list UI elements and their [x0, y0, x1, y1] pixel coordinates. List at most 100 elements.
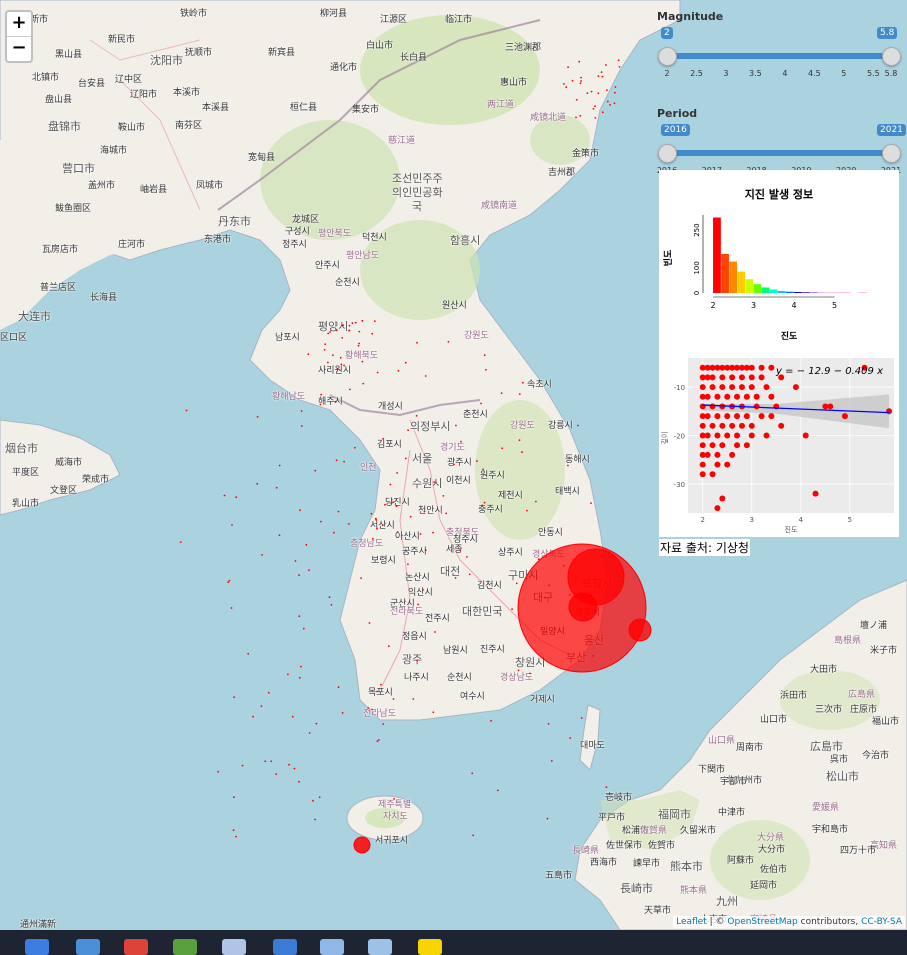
earthquake-dot[interactable]	[423, 510, 426, 513]
earthquake-dot[interactable]	[392, 698, 395, 700]
earthquake-dot[interactable]	[327, 361, 329, 364]
earthquake-dot[interactable]	[361, 360, 364, 363]
earthquake-dot[interactable]	[417, 603, 419, 606]
pen-icon[interactable]	[320, 939, 344, 955]
earthquake-dot[interactable]	[375, 518, 377, 521]
earthquake-dot[interactable]	[529, 672, 531, 675]
earthquake-dot[interactable]	[578, 60, 581, 63]
earthquake-dot[interactable]	[308, 569, 310, 572]
earthquake-dot[interactable]	[526, 509, 528, 512]
earthquake-dot[interactable]	[261, 554, 263, 556]
earthquake-dot[interactable]	[392, 501, 395, 503]
earthquake-dot[interactable]	[500, 392, 503, 395]
earthquake-dot[interactable]	[328, 596, 331, 599]
mail-icon[interactable]	[76, 939, 100, 955]
earthquake-dot[interactable]	[256, 482, 259, 485]
earthquake-dot[interactable]	[590, 90, 593, 93]
earthquake-dot[interactable]	[381, 524, 384, 527]
earthquake-dot[interactable]	[324, 343, 327, 346]
earthquake-dot[interactable]	[568, 593, 571, 596]
earthquake-dot[interactable]	[606, 100, 609, 103]
earthquake-dot[interactable]	[537, 558, 540, 561]
window-icon[interactable]	[273, 939, 297, 955]
earthquake-dot[interactable]	[373, 320, 376, 323]
earthquake-dot[interactable]	[445, 512, 448, 515]
earthquake-dot[interactable]	[459, 549, 462, 551]
earthquake-dot[interactable]	[389, 483, 392, 486]
earthquake-dot[interactable]	[396, 472, 398, 474]
earthquake-dot[interactable]	[293, 767, 296, 770]
earthquake-dot[interactable]	[535, 500, 537, 503]
app-icon[interactable]	[173, 939, 197, 955]
earthquake-dot[interactable]	[275, 486, 278, 489]
earthquake-dot[interactable]	[354, 321, 357, 324]
earthquake-dot[interactable]	[490, 719, 492, 722]
earthquake-dot[interactable]	[575, 116, 577, 119]
earthquake-dot[interactable]	[393, 798, 395, 800]
kakaotalk-icon[interactable]	[418, 939, 442, 955]
earthquake-dot[interactable]	[567, 66, 569, 69]
magnitude-max-handle[interactable]	[882, 47, 901, 66]
earthquake-dot[interactable]	[336, 367, 339, 370]
earthquake-dot[interactable]	[396, 531, 399, 533]
earthquake-dot[interactable]	[569, 737, 572, 739]
earthquake-dot[interactable]	[300, 665, 302, 668]
earthquake-dot[interactable]	[577, 424, 579, 427]
earthquake-dot[interactable]	[521, 451, 523, 454]
earthquake-dot[interactable]	[235, 496, 238, 499]
r-icon[interactable]	[222, 939, 246, 955]
earthquake-dot[interactable]	[358, 342, 360, 345]
earthquake-dot[interactable]	[567, 464, 569, 467]
earthquake-dot[interactable]	[307, 353, 310, 356]
store-icon[interactable]	[25, 939, 49, 955]
earthquake-dot[interactable]	[371, 708, 373, 711]
earthquake-dot[interactable]	[617, 580, 620, 583]
earthquake-dot[interactable]	[227, 581, 230, 584]
earthquake-dot[interactable]	[298, 676, 301, 679]
earthquake-dot[interactable]	[376, 690, 378, 693]
earthquake-dot[interactable]	[592, 108, 595, 110]
earthquake-dot[interactable]	[376, 740, 379, 742]
earthquake-dot[interactable]	[424, 549, 427, 551]
earthquake-dot[interactable]	[580, 80, 582, 82]
earthquake-dot[interactable]	[415, 414, 418, 417]
earthquake-dot[interactable]	[353, 446, 356, 449]
earthquake-dot[interactable]	[351, 322, 354, 325]
earthquake-dot[interactable]	[455, 424, 457, 427]
earthquake-dot[interactable]	[376, 527, 378, 530]
earthquake-dot[interactable]	[349, 388, 351, 391]
earthquake-dot[interactable]	[416, 341, 418, 344]
earthquake-dot[interactable]	[348, 329, 351, 332]
earthquake-dot[interactable]	[235, 835, 238, 838]
license-link[interactable]: CC-BY-SA	[861, 917, 902, 927]
earthquake-dot[interactable]	[404, 457, 407, 460]
earthquake-dot[interactable]	[548, 584, 551, 587]
earthquake-dot[interactable]	[614, 91, 616, 94]
earthquake-dot[interactable]	[230, 607, 233, 609]
earthquake-dot[interactable]	[247, 652, 250, 655]
earthquake-dot[interactable]	[343, 460, 345, 463]
earthquake-dot[interactable]	[562, 564, 565, 567]
earthquake-dot[interactable]	[575, 576, 577, 579]
earthquake-dot[interactable]	[390, 502, 393, 504]
zoom-out-button[interactable]: −	[7, 36, 31, 61]
earthquake-dot[interactable]	[597, 75, 600, 77]
earthquake-dot[interactable]	[339, 356, 342, 359]
earthquake-dot[interactable]	[376, 371, 379, 374]
earthquake-dot[interactable]	[287, 673, 289, 676]
earthquake-dot[interactable]	[422, 588, 424, 591]
earthquake-dot[interactable]	[592, 654, 595, 657]
earthquake-dot[interactable]	[314, 818, 316, 821]
magnitude-slider[interactable]: 2 5.8 2 2.5 3 3.5 4 4.5 5 5.5 5.8	[655, 27, 903, 78]
earthquake-dot[interactable]	[241, 764, 244, 767]
earthquake-dot[interactable]	[586, 92, 589, 95]
earthquake-marker[interactable]	[353, 836, 371, 854]
earthquake-dot[interactable]	[563, 83, 565, 85]
earthquake-dot[interactable]	[522, 381, 524, 384]
earthquake-dot[interactable]	[305, 543, 308, 546]
earthquake-dot[interactable]	[609, 103, 611, 106]
earthquake-dot[interactable]	[362, 382, 365, 385]
earthquake-dot[interactable]	[600, 71, 603, 73]
earthquake-dot[interactable]	[299, 509, 301, 512]
earthquake-dot[interactable]	[294, 560, 297, 562]
